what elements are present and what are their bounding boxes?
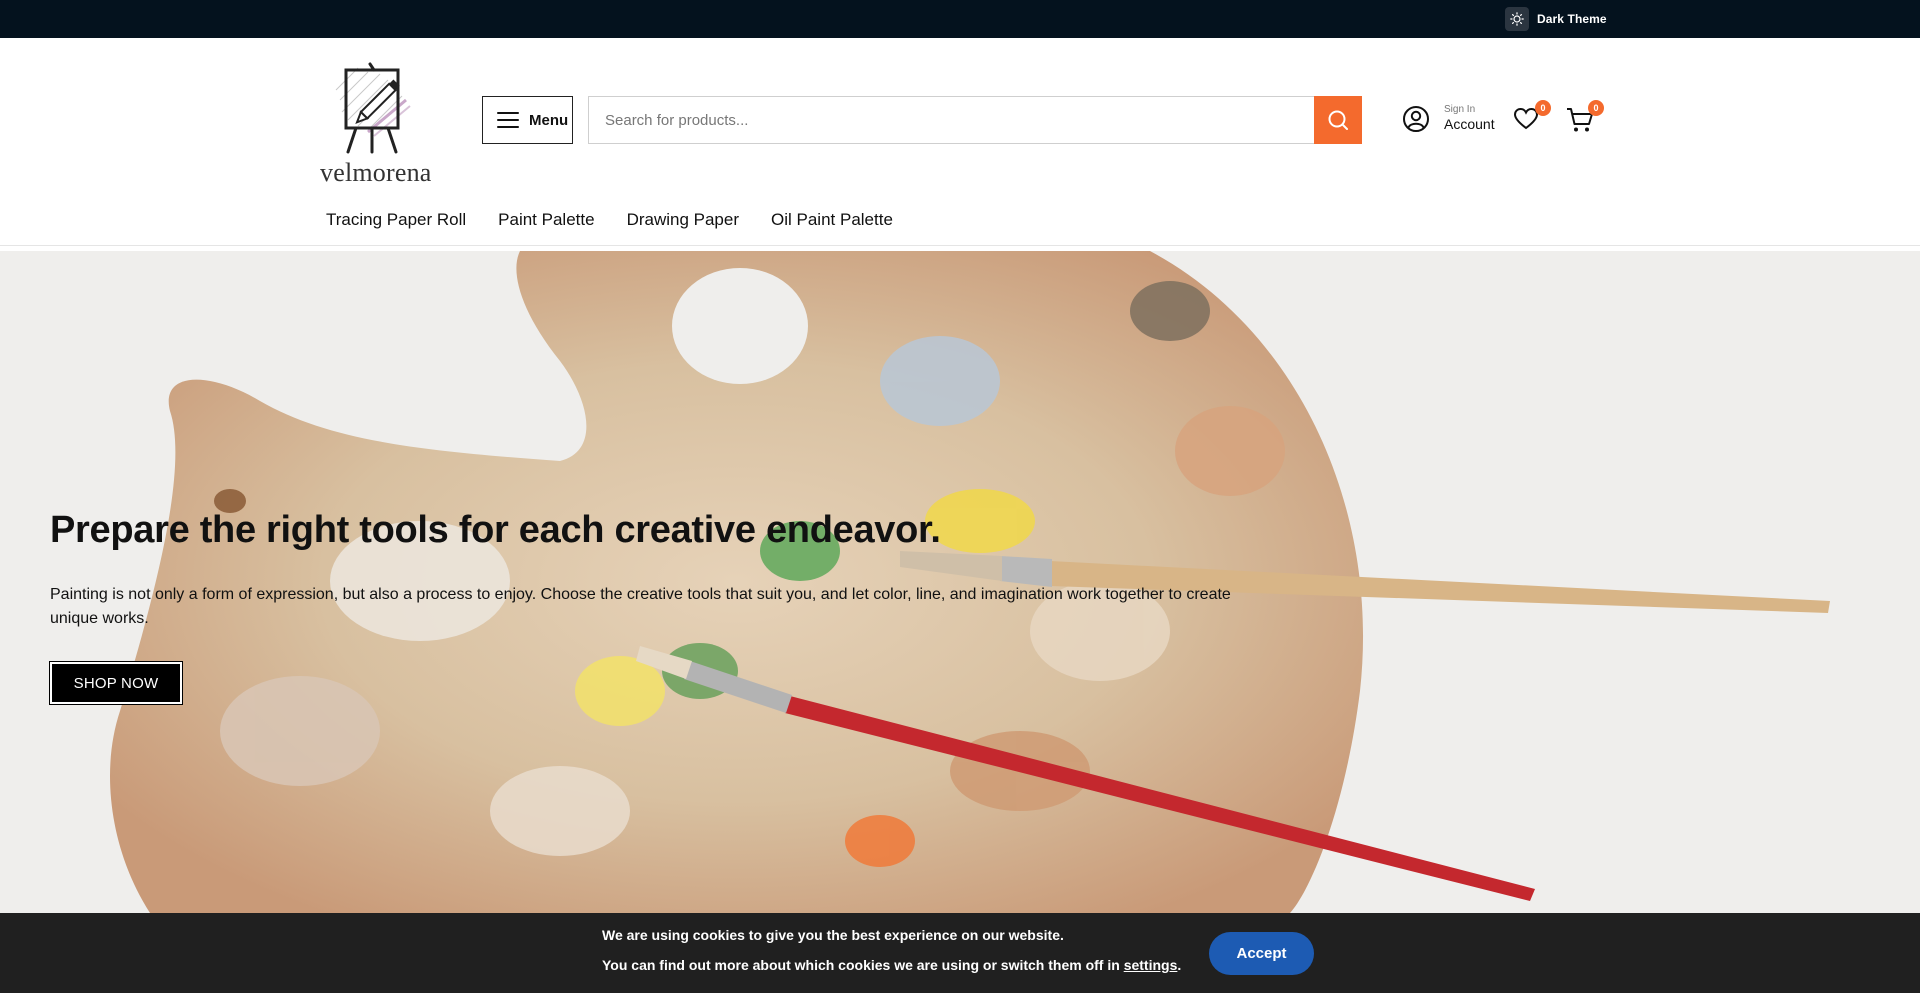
sign-in-label: Sign In — [1444, 104, 1476, 115]
cookie-settings-link[interactable]: settings — [1124, 957, 1178, 973]
cart-count-badge: 0 — [1588, 100, 1604, 116]
wishlist-button[interactable]: 0 — [1513, 100, 1551, 136]
site-logo[interactable]: velmorena — [318, 60, 444, 187]
account-label: Account — [1444, 116, 1495, 132]
cookie-banner: We are using cookies to give you the bes… — [0, 913, 1920, 993]
paint-palette-image — [0, 251, 1920, 913]
hamburger-icon — [497, 112, 519, 128]
search-button[interactable] — [1314, 96, 1362, 144]
user-circle-icon — [1403, 105, 1429, 132]
search-input[interactable] — [589, 97, 1315, 143]
cookie-settings-message: You can find out more about which cookie… — [602, 957, 1181, 973]
hero-banner: Prepare the right tools for each creativ… — [0, 251, 1920, 913]
cart-button[interactable]: 0 — [1566, 100, 1604, 136]
nav-item-oil-paint-palette[interactable]: Oil Paint Palette — [771, 210, 893, 230]
hero-title: Prepare the right tools for each creativ… — [50, 509, 941, 551]
nav-item-paint-palette[interactable]: Paint Palette — [498, 210, 594, 230]
shop-now-button[interactable]: SHOP NOW — [49, 661, 183, 705]
account-link[interactable]: Sign In Account — [1402, 104, 1495, 133]
hero-description: Painting is not only a form of expressio… — [50, 586, 1231, 627]
cookie-settings-suffix: . — [1177, 957, 1182, 973]
sun-icon — [1505, 7, 1529, 31]
accept-cookies-button[interactable]: Accept — [1209, 932, 1314, 975]
dark-theme-toggle[interactable]: Dark Theme — [1505, 7, 1607, 31]
dark-theme-label: Dark Theme — [1537, 12, 1607, 26]
menu-label: Menu — [529, 111, 569, 129]
menu-button[interactable]: Menu — [482, 96, 573, 144]
category-nav: Tracing Paper Roll Paint Palette Drawing… — [326, 210, 893, 230]
logo-text: velmorena — [320, 158, 432, 187]
search-bar — [588, 96, 1362, 144]
cookie-message: We are using cookies to give you the bes… — [602, 927, 1064, 943]
wishlist-count-badge: 0 — [1535, 100, 1551, 116]
top-bar: Dark Theme — [0, 0, 1920, 38]
nav-item-drawing-paper[interactable]: Drawing Paper — [627, 210, 739, 230]
cookie-settings-prefix: You can find out more about which cookie… — [602, 957, 1124, 973]
site-header: velmorena Menu Sign In Account — [0, 38, 1920, 246]
search-icon — [1328, 110, 1348, 130]
nav-item-tracing-paper-roll[interactable]: Tracing Paper Roll — [326, 210, 466, 230]
easel-logo-icon — [335, 62, 411, 154]
